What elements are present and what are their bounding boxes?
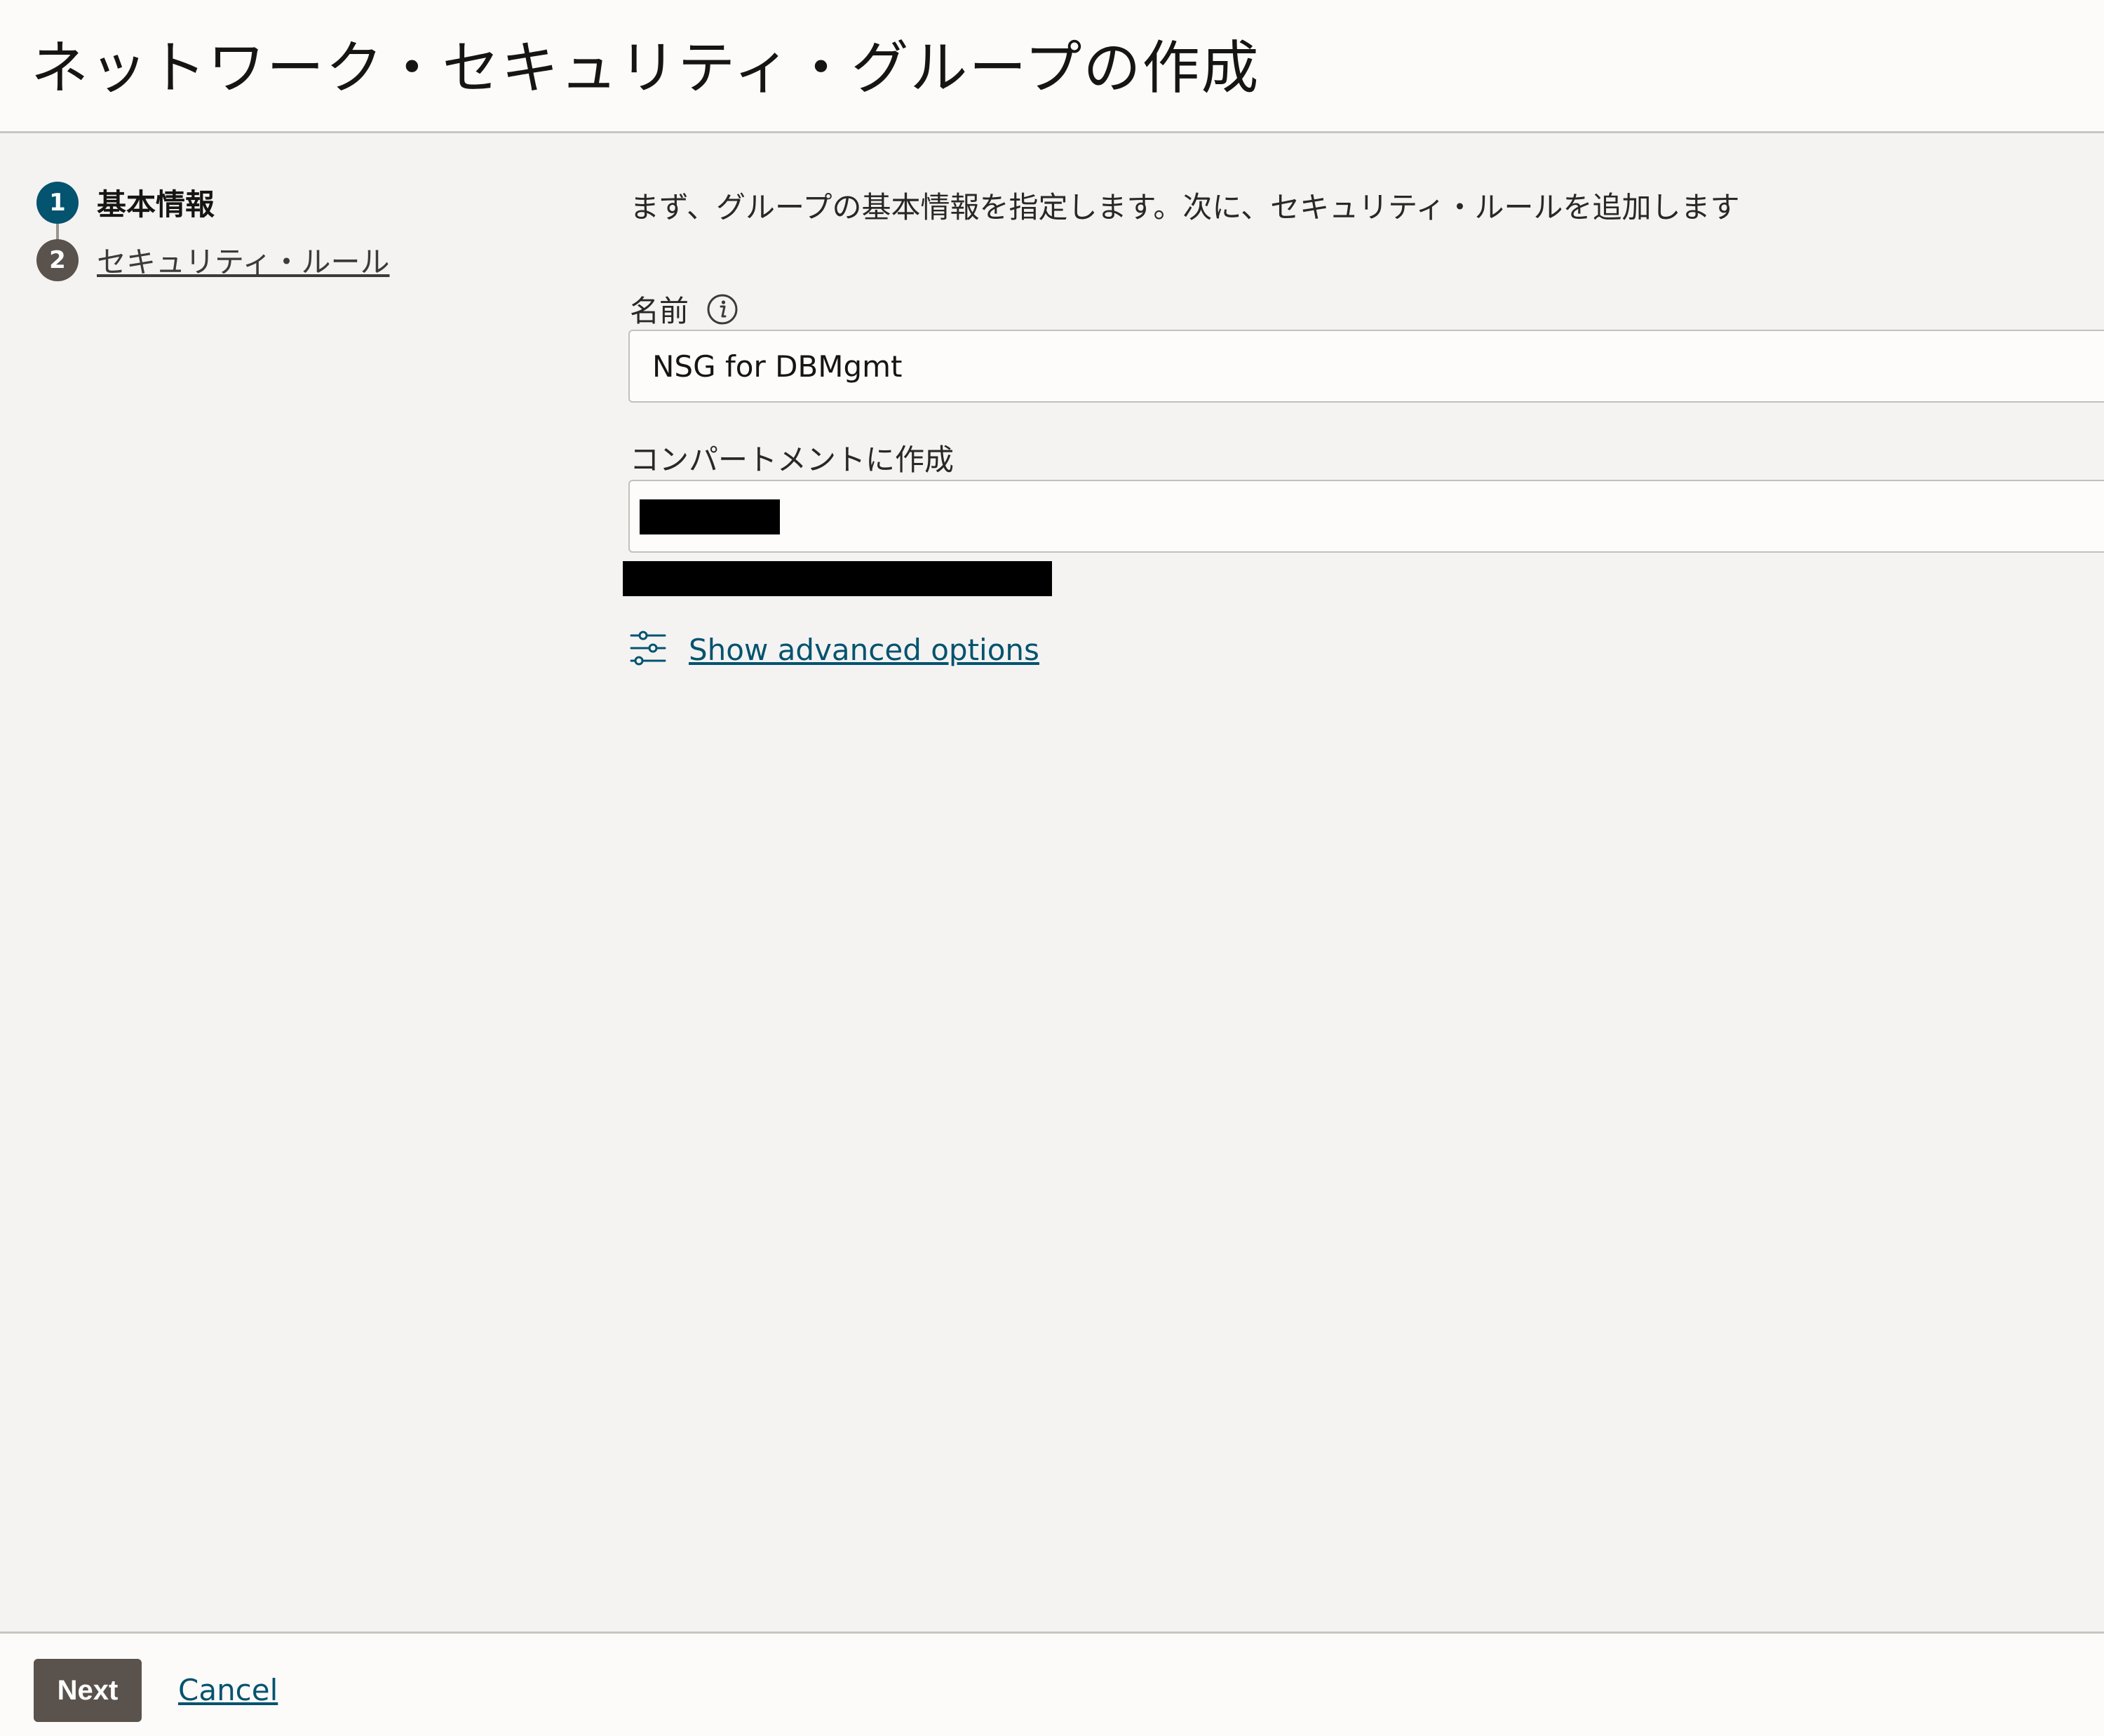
step-number-2: 2	[36, 238, 79, 281]
footer-bar: Next Cancel	[0, 1631, 2104, 1736]
page-header: ネットワーク・セキュリティ・グループの作成	[0, 0, 2104, 133]
advanced-options-toggle[interactable]: Show advanced options	[628, 628, 1039, 671]
name-label: 名前	[630, 294, 689, 328]
next-button[interactable]: Next	[34, 1659, 142, 1722]
sliders-icon	[628, 628, 668, 671]
compartment-select[interactable]	[628, 480, 2104, 553]
step-security-rules[interactable]: 2 セキュリティ・ルール	[36, 238, 389, 281]
redacted-compartment-value	[640, 499, 780, 534]
intro-text: まず、グループの基本情報を指定します。次に、セキュリティ・ルールを追加します	[630, 190, 1740, 224]
cancel-link[interactable]: Cancel	[178, 1673, 278, 1707]
info-icon[interactable]	[706, 292, 739, 326]
name-label-row: 名前	[630, 288, 739, 330]
name-input[interactable]: NSG for DBMgmt	[628, 330, 2104, 403]
step-label-basic-info: 基本情報	[97, 187, 215, 222]
show-advanced-options-link[interactable]: Show advanced options	[689, 633, 1039, 667]
compartment-label: コンパートメントに作成	[630, 443, 955, 477]
step-number-1: 1	[36, 181, 79, 224]
step-label-security-rules[interactable]: セキュリティ・ルール	[97, 238, 389, 281]
redacted-compartment-path	[623, 561, 1052, 596]
page-title: ネットワーク・セキュリティ・グループの作成	[31, 35, 1260, 102]
name-input-value: NSG for DBMgmt	[652, 349, 903, 384]
step-basic-info[interactable]: 1 基本情報	[36, 181, 215, 224]
